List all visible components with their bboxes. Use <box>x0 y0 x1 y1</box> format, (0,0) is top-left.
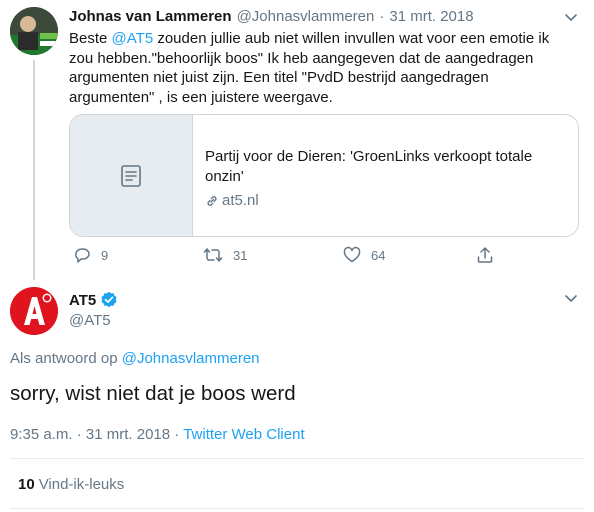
retweet-button[interactable]: 31 <box>203 246 247 264</box>
reply-to-link[interactable]: @Johnasvlammeren <box>122 350 260 367</box>
verified-badge-icon <box>101 291 117 308</box>
mention-link[interactable]: @AT5 <box>112 30 154 47</box>
card-thumbnail <box>70 115 193 236</box>
card-body: Partij voor de Dieren: 'GroenLinks verko… <box>193 115 578 236</box>
chevron-down-icon[interactable] <box>563 290 579 306</box>
card-title: Partij voor de Dieren: 'GroenLinks verko… <box>205 148 533 185</box>
divider <box>10 458 584 459</box>
parent-tweet[interactable]: Johnas van Lammeren @Johnasvlammeren · 3… <box>0 0 594 280</box>
card-url: at5.nl <box>205 192 566 209</box>
reply-icon <box>75 248 90 263</box>
author-name[interactable]: Johnas van Lammeren <box>69 8 232 25</box>
likes-stat[interactable]: 10 Vind-ik-leuks <box>18 476 124 493</box>
author-name-text: AT5 <box>69 291 97 309</box>
parent-tweet-header: Johnas van Lammeren @Johnasvlammeren · 3… <box>69 8 574 28</box>
client-link[interactable]: Twitter Web Client <box>183 426 304 443</box>
action-bar: 9 31 64 <box>69 246 549 268</box>
heart-icon <box>343 246 361 263</box>
parent-tweet-text: Beste @AT5 zouden jullie aub niet willen… <box>69 29 574 107</box>
at5-logo <box>10 287 58 335</box>
share-button[interactable] <box>476 246 504 264</box>
author-handle[interactable]: @Johnasvlammeren <box>237 8 375 25</box>
link-icon <box>207 195 217 206</box>
reply-button[interactable]: 9 <box>73 246 108 264</box>
likes-count: 10 <box>18 476 35 493</box>
tweet-date[interactable]: 31 mrt. 2018 <box>86 426 170 443</box>
reply-prefix: Als antwoord op <box>10 350 122 367</box>
author-name[interactable]: AT5 <box>69 291 118 309</box>
like-button[interactable]: 64 <box>343 246 385 264</box>
parent-tweet-avatar[interactable] <box>10 7 58 55</box>
main-tweet-text: sorry, wist niet dat je boos werd <box>10 382 296 405</box>
document-icon <box>121 164 141 187</box>
thread-line <box>33 60 35 280</box>
retweet-count: 31 <box>233 247 248 263</box>
card-url-text: at5.nl <box>222 192 259 209</box>
main-tweet[interactable]: AT5 @AT5 Als antwoord op @Johnasvlammere… <box>0 280 594 512</box>
text-before: Beste <box>69 30 112 47</box>
reply-count: 9 <box>101 247 109 263</box>
at5-avatar[interactable] <box>10 287 58 335</box>
retweet-icon <box>203 248 223 262</box>
link-card[interactable]: Partij voor de Dieren: 'GroenLinks verko… <box>69 114 579 237</box>
tweet-metadata: 9:35 a.m. · 31 mrt. 2018 · Twitter Web C… <box>10 426 305 443</box>
separator: · <box>174 426 180 443</box>
separator: · <box>379 8 385 25</box>
reply-context: Als antwoord op @Johnasvlammeren <box>10 350 260 367</box>
tweet-date[interactable]: 31 mrt. 2018 <box>389 8 473 25</box>
share-icon <box>477 247 493 263</box>
like-count: 64 <box>371 247 386 263</box>
separator: · <box>76 426 82 443</box>
likes-label: Vind-ik-leuks <box>38 476 125 493</box>
author-handle[interactable]: @AT5 <box>69 312 111 329</box>
chevron-down-icon[interactable] <box>563 9 579 25</box>
divider <box>10 508 584 509</box>
tweet-time[interactable]: 9:35 a.m. <box>10 426 73 443</box>
